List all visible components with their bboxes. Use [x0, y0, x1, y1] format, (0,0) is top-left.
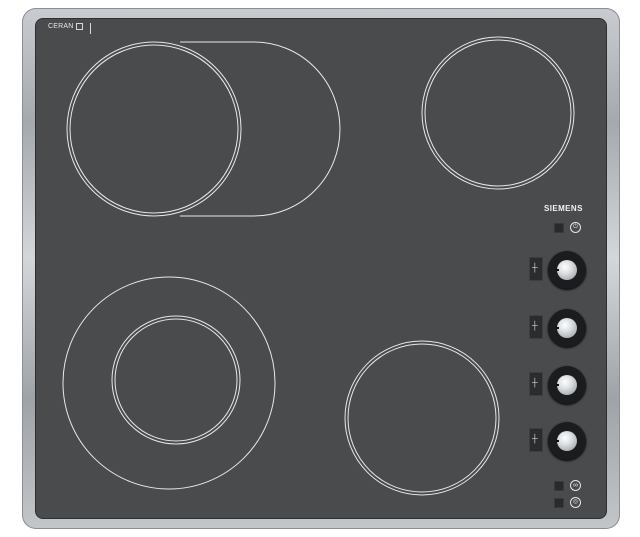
front-left-zone	[62, 276, 276, 490]
knob-rear-left[interactable]	[548, 251, 586, 289]
zone-indicator-front-right: ┼	[529, 372, 543, 396]
ceran-mark-icon	[75, 23, 83, 30]
zone-position-icon: ┼	[532, 434, 538, 443]
rear-left-zone-ring	[66, 41, 242, 217]
front-left-outer-ring	[62, 276, 276, 490]
knob-cap	[557, 375, 577, 395]
dual-zone-led	[554, 481, 564, 491]
power-icon: ⏻	[570, 222, 581, 233]
rear-left-zone	[66, 41, 341, 217]
knob-rear-right[interactable]	[548, 422, 586, 460]
knob-front-right[interactable]	[548, 366, 586, 404]
zone-indicator-front-left: ┼	[529, 315, 543, 339]
rear-right-zone	[421, 36, 575, 190]
knob-cap	[557, 260, 577, 280]
dual-zone-icon: ∞	[570, 480, 581, 491]
ceran-logo: CERAN	[48, 23, 91, 34]
ceran-label: CERAN	[48, 23, 74, 30]
front-left-inner-ring	[111, 315, 241, 445]
extended-zone-led	[554, 498, 564, 508]
zone-position-icon: ┼	[532, 321, 538, 330]
front-right-zone	[344, 340, 500, 496]
power-indicator-led	[554, 223, 564, 233]
zone-indicator-rear-right: ┼	[529, 428, 543, 452]
zone-position-icon: ┼	[532, 378, 538, 387]
extended-zone-icon: ◎	[570, 497, 581, 508]
brand-logo: SIEMENS	[544, 204, 583, 213]
zone-position-icon: ┼	[532, 263, 538, 272]
knob-cap	[557, 431, 577, 451]
knob-front-left[interactable]	[548, 309, 586, 347]
rear-left-extension-ring	[180, 41, 341, 217]
knob-cap	[557, 318, 577, 338]
cooking-zones	[62, 36, 575, 496]
zone-indicator-rear-left: ┼	[529, 257, 543, 281]
